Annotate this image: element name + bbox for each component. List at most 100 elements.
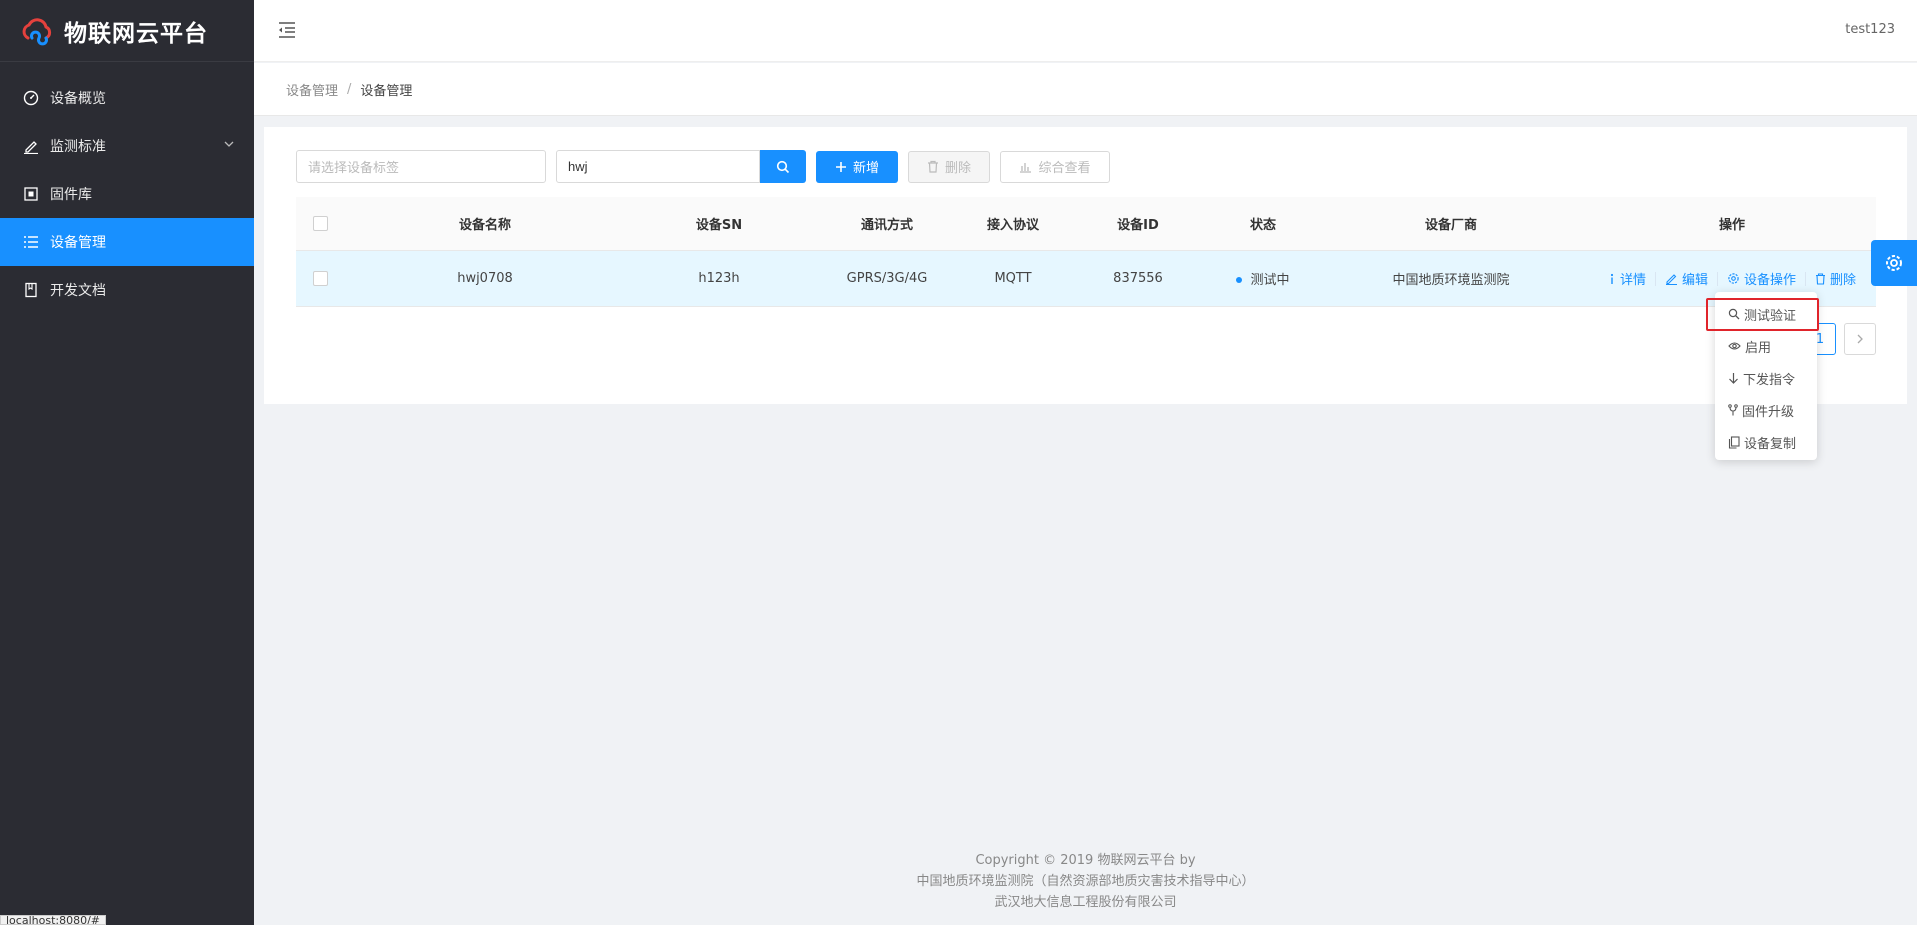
content-panel: 请选择设备标签 hwj 新增 删除 综合查看 设备名称 设备SN 通讯方式 接入… xyxy=(264,127,1907,404)
device-comm: GPRS/3G/4G xyxy=(846,271,928,286)
sidebar-item-docs[interactable]: 开发文档 xyxy=(0,266,254,314)
device-status: 测试中 xyxy=(1212,269,1314,288)
add-button-label: 新增 xyxy=(852,161,879,176)
status-dot-icon xyxy=(1236,276,1243,283)
search-icon xyxy=(1728,308,1740,320)
column-header: 设备SN xyxy=(695,218,743,233)
divider xyxy=(1654,271,1656,286)
settings-float-button[interactable] xyxy=(1871,240,1917,286)
edit-icon xyxy=(22,137,40,155)
plus-icon xyxy=(835,161,846,172)
device-tag-select[interactable]: 请选择设备标签 xyxy=(296,150,546,183)
trash-icon xyxy=(1816,272,1826,285)
delete-label: 删除 xyxy=(1830,273,1857,288)
breadcrumb-current: 设备管理 xyxy=(360,83,413,99)
sidebar-item-label: 固件库 xyxy=(50,187,92,203)
row-checkbox[interactable] xyxy=(312,271,328,286)
column-header: 状态 xyxy=(1249,218,1276,233)
menu-item-label: 启用 xyxy=(1745,340,1772,356)
firmware-icon xyxy=(22,185,40,203)
breadcrumb-parent[interactable]: 设备管理 xyxy=(286,80,338,99)
divider xyxy=(1717,271,1718,286)
sidebar: 物联网云平台 设备概览 监测标准 固件库 设备管理 开发文档 xyxy=(0,0,254,925)
info-icon xyxy=(1610,273,1614,284)
menu-item-firmware-upgrade[interactable]: 固件升级 xyxy=(1715,394,1817,426)
column-header: 通讯方式 xyxy=(860,218,913,233)
device-ops-menu: 测试验证 启用 下发指令 固件升级 设备复制 xyxy=(1715,292,1817,460)
device-id: 837556 xyxy=(1113,271,1163,286)
select-all-checkbox[interactable] xyxy=(312,216,328,231)
column-header: 设备厂商 xyxy=(1424,218,1477,233)
divider xyxy=(1805,271,1807,286)
search-icon xyxy=(776,160,790,173)
next-page-button[interactable] xyxy=(1844,323,1876,355)
search-button[interactable] xyxy=(760,150,806,183)
dashboard-icon xyxy=(22,89,40,107)
edit-icon xyxy=(1665,274,1677,285)
menu-item-test-verify[interactable]: 测试验证 xyxy=(1715,298,1817,330)
column-header: 操作 xyxy=(1718,218,1745,233)
device-ops-label: 设备操作 xyxy=(1744,273,1797,288)
sidebar-item-firmware[interactable]: 固件库 xyxy=(0,170,254,218)
sidebar-item-label: 监测标准 xyxy=(50,139,106,155)
chevron-right-icon xyxy=(1857,334,1863,344)
device-protocol: MQTT xyxy=(994,271,1032,286)
footer-copyright: Copyright © 2019 物联网云平台 by xyxy=(975,853,1196,868)
bar-chart-icon xyxy=(1020,162,1032,173)
sidebar-item-overview[interactable]: 设备概览 xyxy=(0,74,254,122)
row-check-cell xyxy=(296,271,344,286)
logo[interactable]: 物联网云平台 xyxy=(0,0,254,62)
cloud-logo-icon xyxy=(22,17,52,45)
toolbar: 请选择设备标签 hwj 新增 删除 综合查看 xyxy=(296,150,1110,183)
column-header: 接入协议 xyxy=(986,218,1039,233)
app-title: 物联网云平台 xyxy=(64,20,208,47)
sidebar-item-device-management[interactable]: 设备管理 xyxy=(0,218,254,266)
list-icon xyxy=(22,233,40,251)
top-header: test123 xyxy=(254,0,1917,62)
detail-link[interactable]: 详情 xyxy=(1608,269,1646,288)
row-actions: 详情 编辑 设备操作 删除 xyxy=(1588,269,1876,288)
sidebar-item-standards[interactable]: 监测标准 xyxy=(0,122,254,170)
sidebar-item-label: 设备概览 xyxy=(50,91,106,107)
device-vendor: 中国地质环境监测院 xyxy=(1392,273,1510,288)
menu-item-label: 固件升级 xyxy=(1742,404,1795,420)
detail-label: 详情 xyxy=(1619,273,1646,288)
status-url-bar: localhost:8080/# xyxy=(0,915,106,925)
menu-item-copy-device[interactable]: 设备复制 xyxy=(1715,426,1817,458)
delete-link[interactable]: 删除 xyxy=(1815,269,1856,288)
edit-link[interactable]: 编辑 xyxy=(1665,269,1708,288)
menu-item-enable[interactable]: 启用 xyxy=(1715,330,1817,362)
gear-icon xyxy=(1886,255,1902,271)
menu-item-label: 设备复制 xyxy=(1744,436,1797,452)
page-number: 1 xyxy=(1815,331,1825,347)
user-menu[interactable]: test123 xyxy=(1845,22,1895,37)
gear-icon xyxy=(1728,273,1739,284)
search-input[interactable]: hwj xyxy=(556,150,760,183)
menu-item-label: 测试验证 xyxy=(1744,308,1797,324)
delete-button[interactable]: 删除 xyxy=(908,150,990,183)
add-button[interactable]: 新增 xyxy=(816,150,898,183)
trash-icon xyxy=(927,160,938,173)
menu-collapse-icon[interactable] xyxy=(276,19,298,41)
fork-icon xyxy=(1728,404,1738,416)
breadcrumb: 设备管理 / 设备管理 xyxy=(254,63,1917,116)
column-header: 设备名称 xyxy=(458,218,511,233)
overview-button-label: 综合查看 xyxy=(1038,161,1091,176)
footer: Copyright © 2019 物联网云平台 by 中国地质环境监测院（自然资… xyxy=(254,850,1917,913)
device-name: hwj0708 xyxy=(457,271,513,286)
sidebar-item-label: 设备管理 xyxy=(50,235,106,251)
sidebar-menu: 设备概览 监测标准 固件库 设备管理 开发文档 xyxy=(0,74,254,314)
search-group: hwj xyxy=(556,150,806,183)
menu-item-send-command[interactable]: 下发指令 xyxy=(1715,362,1817,394)
select-all-cell xyxy=(296,216,344,231)
column-header: 设备ID xyxy=(1117,218,1159,233)
device-ops-dropdown[interactable]: 设备操作 xyxy=(1727,269,1796,288)
delete-button-label: 删除 xyxy=(944,161,971,176)
eye-icon xyxy=(1728,342,1741,350)
breadcrumb-separator: / xyxy=(347,81,352,97)
device-table: 设备名称 设备SN 通讯方式 接入协议 设备ID 状态 设备厂商 操作 hwj0… xyxy=(296,197,1876,307)
sidebar-item-label: 开发文档 xyxy=(50,283,106,299)
edit-label: 编辑 xyxy=(1681,273,1708,288)
overview-button[interactable]: 综合查看 xyxy=(1000,150,1110,183)
table-header: 设备名称 设备SN 通讯方式 接入协议 设备ID 状态 设备厂商 操作 xyxy=(296,197,1876,251)
